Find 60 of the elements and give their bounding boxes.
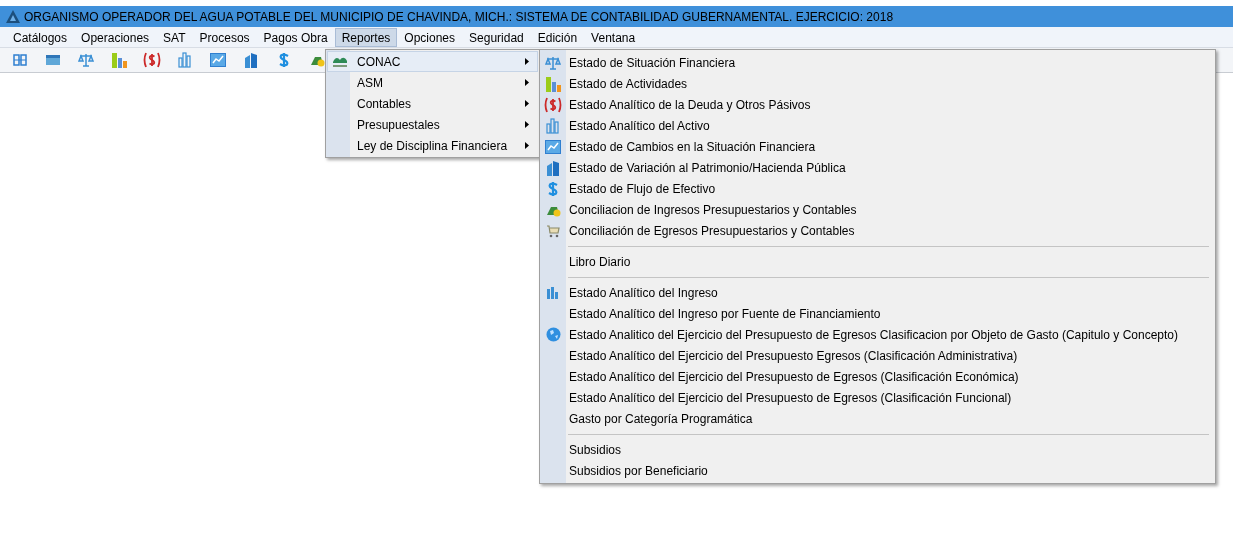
menu-item[interactable]: Seguridad [462,27,531,47]
bar-chart-icon [110,52,127,68]
line-chart-icon [209,53,226,67]
menu-item[interactable]: Reportes [334,27,398,47]
dollar-icon [142,52,161,68]
menu-entry[interactable]: Estado de Cambios en la Situación Financiera [540,136,1215,157]
menu-entry[interactable]: Estado Analítico del Ejercicio del Presupuesto de Egresos (Clasificación Funcional) [540,387,1215,408]
dollar-icon [544,96,562,113]
menu-entry[interactable]: Conciliacion de Ingresos Presupuestarios y Contables [540,199,1215,220]
submenu-arrow-icon [525,121,529,128]
globe-icon [545,327,561,342]
menu-entry[interactable]: Estado de Flujo de Efectivo [540,178,1215,199]
scale-icon [545,55,561,70]
menu-entry[interactable]: Contables [327,93,538,114]
window-title: ORGANISMO OPERADOR DEL AGUA POTABLE DEL MUNICIPIO DE CHAVINDA, MICH.: SISTEMA DE CONTABILIDAD GUBERNAMENTAL. EJERCICIO: 2018 [24,8,894,26]
menu-entry[interactable]: Estado Analítico del Ingreso por Fuente de Financiamiento [540,303,1215,324]
menu-item[interactable]: Edición [530,27,585,47]
column-chart-icon [546,117,560,134]
menu-entry[interactable]: Subsidios [540,439,1215,460]
menu-item[interactable]: Ventana [584,27,643,47]
dollar-icon [547,180,559,197]
column-chart-icon [177,52,192,68]
submenu-arrow-icon [525,100,529,107]
menu-entry[interactable]: Conciliación de Egresos Presupuestarios y Contables [540,220,1215,241]
menu-entry[interactable]: Estado de Variación al Patrimonio/Hacienda Pública [540,157,1215,178]
cart-icon [546,223,560,238]
menu-item[interactable]: Opciones [397,27,463,47]
menu-entry[interactable]: Presupuestales [327,114,538,135]
line-chart-icon [545,139,561,154]
menu-entry[interactable]: Estado de Actividades [540,73,1215,94]
menu-entry[interactable]: Subsidios por Beneficiario [540,460,1215,481]
menu-entry[interactable]: Estado Analitico del Ejercicio del Presupuesto de Egresos Clasificacion por Objeto de Gasto (Capitulo y Concepto) [540,324,1215,345]
bar-chart-icon [546,286,560,299]
submenu-arrow-icon [525,142,529,149]
menu-entry[interactable]: ASM [327,72,538,93]
menu-entry[interactable]: Estado Analítico del Ejercicio del Presupuesto Egresos (Clasificación Administrativa) [540,345,1215,366]
menu-entry[interactable]: Gasto por Categoría Programática [540,408,1215,429]
menu-item[interactable]: Pagos Obra [256,27,335,47]
dollar-icon [277,52,290,68]
bar-chart-icon [545,75,561,92]
menu-entry[interactable]: CONAC [327,51,538,72]
menu-entry[interactable]: Estado Analítico de la Deuda y Otros Pásivos [540,94,1215,115]
grid-icon [12,54,27,66]
menu-item[interactable]: Operaciones [74,27,157,47]
building-icon [243,52,258,68]
calendar-icon [45,55,60,65]
menu-item[interactable]: Procesos [192,27,257,47]
menu-item[interactable]: SAT [156,27,193,47]
menu-item[interactable]: Catálogos [6,27,75,47]
menu-entry[interactable]: Estado de Situación Financiera [540,52,1215,73]
submenu-arrow-icon [525,58,529,65]
menu-entry[interactable]: Estado Analítico del Activo [540,115,1215,136]
submenu-arrow-icon [525,79,529,86]
building-icon [546,159,560,176]
menu-entry[interactable]: Estado Analítico del Ejercicio del Presupuesto de Egresos (Clasificación Económica) [540,366,1215,387]
triangle-logo-icon [6,10,20,23]
menu-entry[interactable]: Ley de Disciplina Financiera [327,135,538,156]
scale-icon [77,53,94,67]
menu-entry[interactable]: Estado Analítico del Ingreso [540,282,1215,303]
menu-entry[interactable]: Libro Diario [540,251,1215,272]
